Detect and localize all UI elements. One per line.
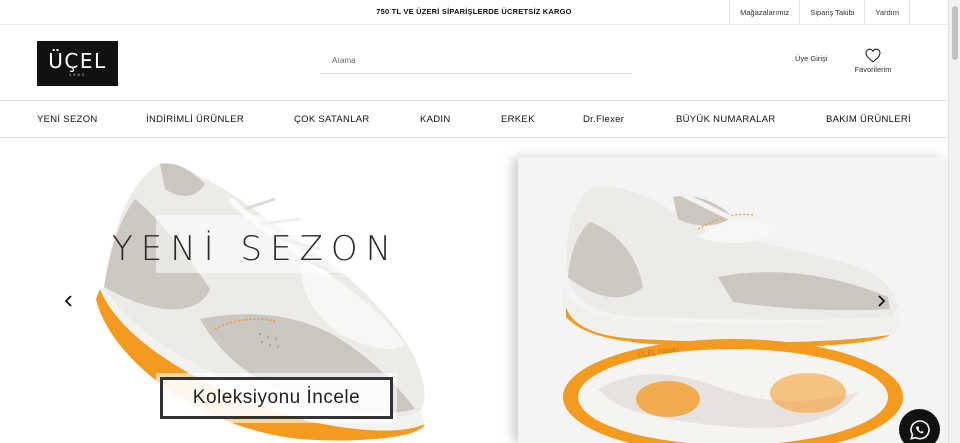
nav-item-new-season[interactable]: YENİ SEZON: [37, 102, 98, 138]
favorites-button[interactable]: Favorilerim: [851, 48, 895, 74]
stores-link[interactable]: Mağazalarımız: [729, 0, 799, 25]
hero-slider: YENİ SEZON Koleksiyonu İncele ÜÇEL Flexe…: [0, 139, 948, 443]
logo-name: ÜÇEL: [48, 48, 107, 73]
nav-item-dr-flexer[interactable]: Dr.Flexer: [583, 102, 624, 138]
top-links: Mağazalarımız Sipariş Takibi Yardım: [729, 0, 910, 25]
help-link[interactable]: Yardım: [864, 0, 910, 25]
login-link[interactable]: Üye Girişi: [795, 54, 828, 63]
nav-item-women[interactable]: KADIN: [420, 102, 451, 138]
nav-item-discounted[interactable]: İNDİRİMLİ ÜRÜNLER: [146, 102, 244, 138]
main-nav: YENİ SEZON İNDİRİMLİ ÜRÜNLER ÇOK SATANLA…: [0, 102, 948, 138]
nav-item-big-sizes[interactable]: BÜYÜK NUMARALAR: [676, 102, 776, 138]
nav-item-best-sellers[interactable]: ÇOK SATANLAR: [294, 102, 370, 138]
order-tracking-link[interactable]: Sipariş Takibi: [799, 0, 864, 25]
brand-logo[interactable]: ÜÇEL 1982: [37, 41, 118, 86]
whatsapp-icon: [909, 419, 930, 440]
nav-item-men[interactable]: ERKEK: [501, 102, 535, 138]
site-header: ÜÇEL 1982 Üye Girişi Favorilerim: [0, 26, 948, 101]
slider-next-button[interactable]: [874, 291, 888, 311]
page-scrollbar[interactable]: [948, 0, 960, 443]
hero-title: YENİ SEZON: [112, 229, 400, 269]
whatsapp-button[interactable]: [899, 409, 940, 443]
search-input[interactable]: [320, 48, 632, 73]
hero-left-panel: YENİ SEZON Koleksiyonu İncele: [0, 139, 518, 443]
nav-item-care-products[interactable]: BAKIM ÜRÜNLERİ: [826, 102, 911, 138]
slider-prev-button[interactable]: [62, 291, 76, 311]
search-box: [320, 48, 632, 74]
view-collection-button[interactable]: Koleksiyonu İncele: [156, 373, 397, 423]
heart-icon: [865, 48, 881, 63]
chevron-right-icon: [878, 295, 886, 307]
favorites-label: Favorilerim: [854, 65, 892, 74]
chevron-left-icon: [64, 295, 72, 307]
scrollbar-thumb[interactable]: [952, 6, 958, 60]
logo-year: 1982: [69, 71, 86, 77]
announcement-bar: 750 TL VE ÜZERİ SİPARİŞLERDE ÜCRETSİZ KA…: [0, 0, 948, 25]
